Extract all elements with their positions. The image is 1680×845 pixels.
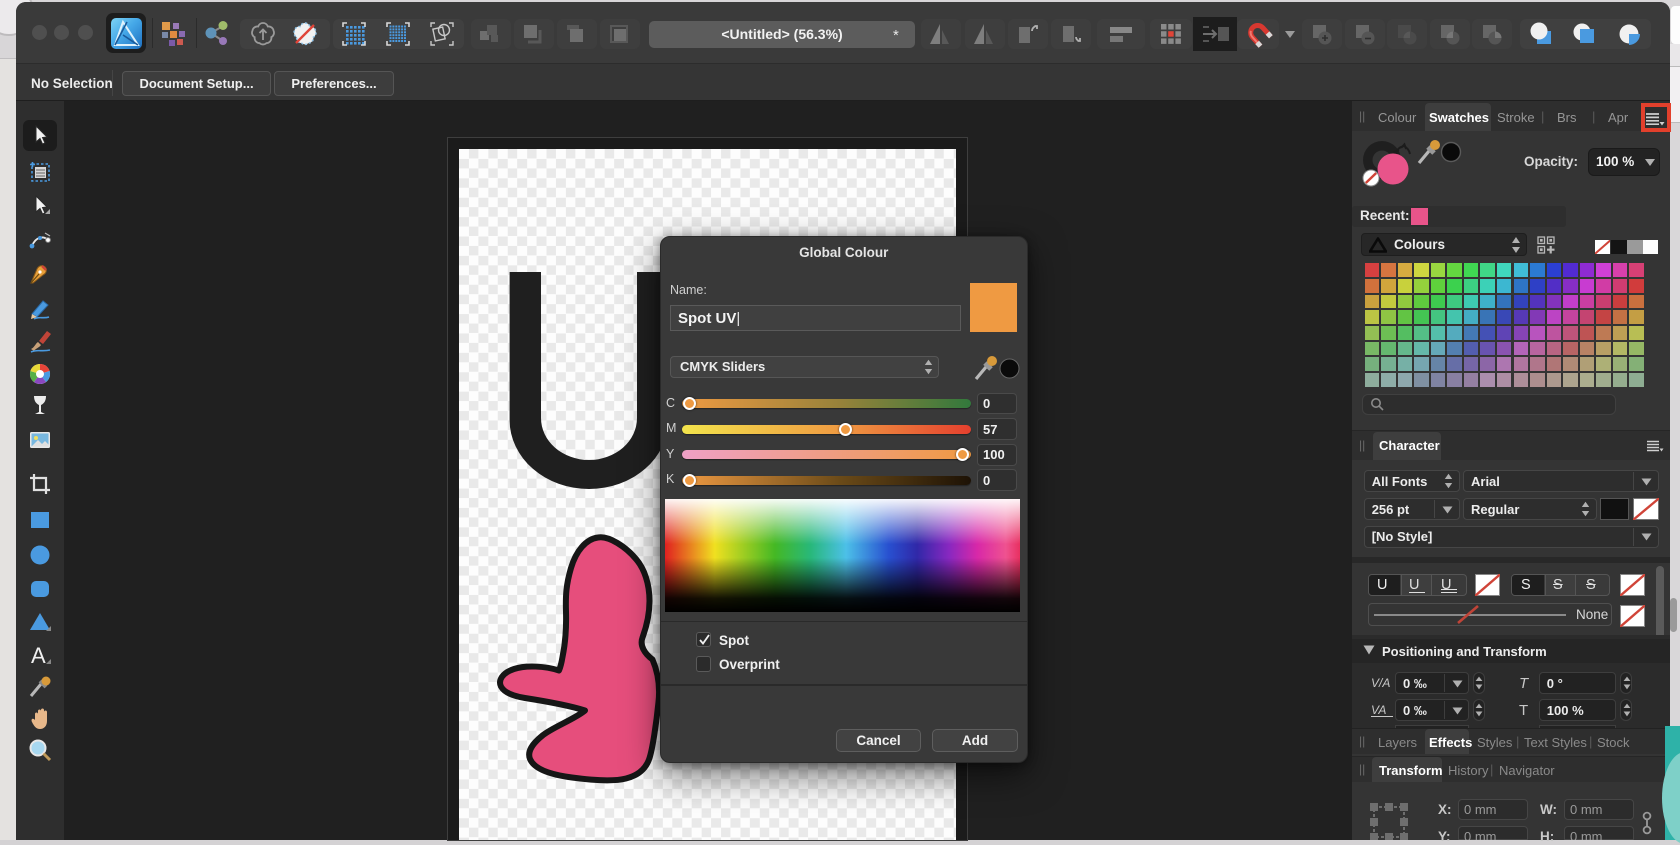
svg-text:A: A bbox=[31, 643, 46, 668]
